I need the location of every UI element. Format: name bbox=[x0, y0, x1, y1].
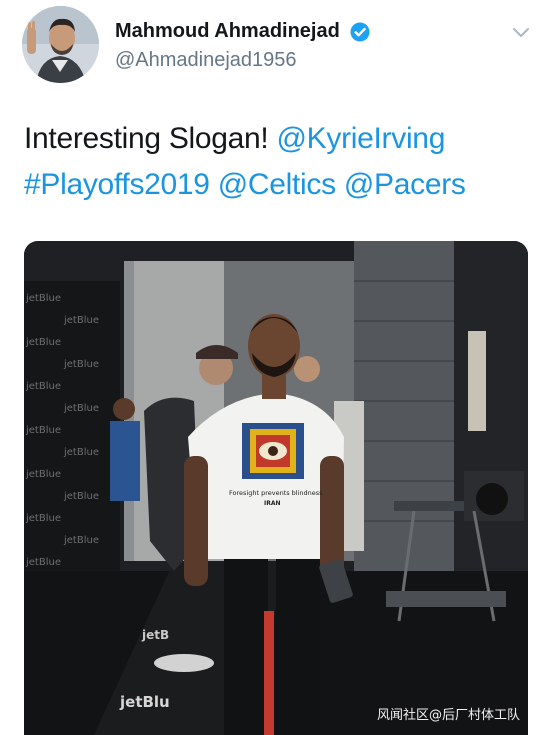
floor-logo-upper: jetB bbox=[141, 628, 169, 642]
hashtag-link[interactable]: #Playoffs2019 bbox=[24, 168, 210, 201]
svg-text:jetBlue: jetBlue bbox=[63, 535, 99, 546]
svg-text:jetBlue: jetBlue bbox=[25, 557, 61, 568]
svg-text:jetBlue: jetBlue bbox=[25, 381, 61, 392]
svg-text:jetBlue: jetBlue bbox=[63, 315, 99, 326]
svg-text:jetBlue: jetBlue bbox=[63, 491, 99, 502]
svg-text:jetBlue: jetBlue bbox=[25, 425, 61, 436]
avatar-image bbox=[22, 6, 99, 83]
svg-text:jetBlue: jetBlue bbox=[25, 337, 61, 348]
svg-text:jetBlue: jetBlue bbox=[25, 469, 61, 480]
watermark: 风闻社区@后厂村体工队 bbox=[376, 708, 520, 723]
mention-celtics-link[interactable]: @Celtics bbox=[218, 168, 336, 201]
floor-logo-lower: jetBlu bbox=[119, 693, 170, 711]
tweet-body-text: Interesting Slogan! bbox=[24, 122, 269, 155]
svg-text:jetBlue: jetBlue bbox=[63, 359, 99, 370]
svg-text:jetBlue: jetBlue bbox=[25, 513, 61, 524]
tweet-photo[interactable]: jetBlue jetBlue jetBlue jetBlue jetBlue je… bbox=[24, 241, 528, 735]
tweet-header: Mahmoud Ahmadinejad @Ahmadinejad1956 bbox=[22, 6, 530, 86]
mention-kyrie-link[interactable]: @KyrieIrving bbox=[277, 122, 446, 155]
avatar[interactable] bbox=[22, 6, 99, 83]
svg-text:jetBlue: jetBlue bbox=[63, 403, 99, 414]
svg-text:jetBlue: jetBlue bbox=[63, 447, 99, 458]
mention-pacers-link[interactable]: @Pacers bbox=[344, 168, 466, 201]
verified-badge-icon bbox=[350, 22, 370, 41]
photo-scene: jetBlue jetBluejetBlue jetBluejetBlue je… bbox=[24, 241, 528, 735]
backdrop-logo: jetBlue bbox=[25, 293, 61, 304]
display-name[interactable]: Mahmoud Ahmadinejad bbox=[115, 20, 340, 43]
tweet-text: Interesting Slogan! @KyrieIrving #Playof… bbox=[24, 116, 524, 208]
chevron-down-icon[interactable] bbox=[512, 24, 530, 42]
shirt-country: IRAN bbox=[264, 500, 281, 507]
user-handle[interactable]: @Ahmadinejad1956 bbox=[115, 49, 370, 72]
shirt-slogan: Foresight prevents blindness bbox=[229, 489, 323, 497]
